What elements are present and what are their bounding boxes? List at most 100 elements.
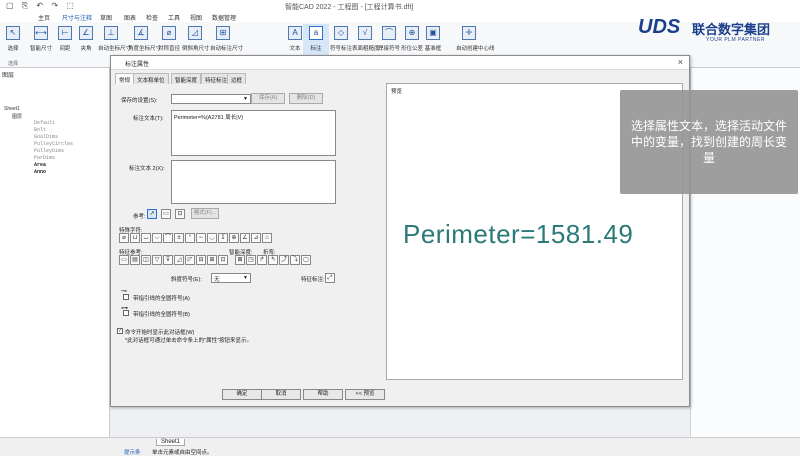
special-char-icon[interactable]: ⊿: [251, 233, 261, 243]
coordinate-icon: ⊥: [104, 26, 118, 40]
format-button[interactable]: 格式(F)...: [191, 208, 219, 219]
preview-label: 预览: [391, 89, 403, 95]
slope-symbol-select[interactable]: 无 ▼: [211, 273, 251, 283]
hole-icon[interactable]: ⊡: [175, 209, 185, 219]
tab-home[interactable]: 主页: [38, 13, 50, 22]
tab-general[interactable]: 常规: [115, 73, 135, 84]
tree-item-layers[interactable]: 图层: [12, 113, 22, 120]
special-char-icon[interactable]: ⌀: [119, 233, 129, 243]
text-icon: A: [288, 26, 302, 40]
feature-ref-icon[interactable]: ◫: [141, 255, 151, 265]
property-text-icon[interactable]: ↗: [147, 209, 157, 219]
select-button[interactable]: ↖ 选择: [0, 24, 26, 52]
angle-coordinate-icon: ∡: [134, 26, 148, 40]
preview-toggle-button[interactable]: << 预览: [345, 389, 385, 400]
prompt-text: 单击元素或自由空间点。: [152, 450, 213, 456]
feature-ref-icon[interactable]: ▢: [301, 255, 311, 265]
callout-button[interactable]: a 标注: [303, 24, 329, 58]
logo-company: 联合数字集团: [692, 22, 771, 37]
auto-centerline-button[interactable]: ✛ 自动创建中心线: [456, 24, 495, 52]
special-char-icon[interactable]: ±: [174, 233, 184, 243]
auto-coordinate-button[interactable]: ⊥ 自动坐标尺寸: [98, 24, 131, 52]
feature-ref-icon[interactable]: ◳: [246, 255, 256, 265]
sheet-tab[interactable]: Sheet1: [156, 439, 186, 446]
auto-dimension-button[interactable]: ⊞ 自动标注尺寸: [210, 24, 243, 52]
save-button[interactable]: 保存(A): [251, 93, 285, 104]
delete-button[interactable]: 删除(D): [289, 93, 323, 104]
roughness-icon: √: [358, 26, 372, 40]
tree-item-pulleycircles[interactable]: PulleyCircles: [34, 141, 73, 147]
tree-item-anno[interactable]: Anno: [34, 169, 46, 175]
feature-ref-icon[interactable]: ◸: [185, 255, 195, 265]
tab-data-management[interactable]: 数据管理: [212, 13, 236, 22]
feature-ref-icon[interactable]: ◿: [174, 255, 184, 265]
feature-ref-icon[interactable]: ↱: [257, 255, 267, 265]
special-char-icon[interactable]: ◡: [207, 233, 217, 243]
ok-button[interactable]: 确定: [222, 389, 262, 400]
show-dialog-checkbox[interactable]: ✓: [117, 328, 123, 334]
tree-item-default[interactable]: Default: [34, 120, 55, 126]
feature-ref-icon[interactable]: ⤵: [290, 255, 300, 265]
smart-dimension-button[interactable]: ⟷ 智能尺寸: [28, 24, 54, 52]
cancel-button[interactable]: 取消: [261, 389, 301, 400]
callout-icon: a: [309, 26, 323, 40]
tree-item-goaldims[interactable]: GoalDims: [34, 134, 58, 140]
symbol-callout-button[interactable]: ◇ 符号标注: [328, 24, 354, 52]
tab-smart-depth[interactable]: 智能深度: [171, 73, 202, 84]
saved-settings-select[interactable]: ▼: [171, 94, 251, 104]
symmetric-diameter-button[interactable]: ⌀ 对称直径: [156, 24, 182, 52]
status-bar: Sheet1 提示条 单击元素或自由空间点。: [0, 437, 800, 456]
leader-all-around-2-checkbox[interactable]: [123, 310, 129, 316]
feature-ref-icon[interactable]: ▽: [152, 255, 162, 265]
feature-ref-icon[interactable]: ⊟: [196, 255, 206, 265]
callout-text2-input[interactable]: [171, 160, 336, 204]
feature-ref-icon[interactable]: ⤴: [279, 255, 289, 265]
tab-inspect[interactable]: 检查: [146, 13, 158, 22]
feature-ref-icon[interactable]: ⊠: [235, 255, 245, 265]
special-char-icon[interactable]: ⊕: [229, 233, 239, 243]
preview-text: Perimeter=1581.49: [403, 219, 634, 249]
special-char-icon[interactable]: °: [185, 233, 195, 243]
close-icon[interactable]: ×: [678, 57, 683, 67]
datum-frame-button[interactable]: ▣ 基准框: [420, 24, 446, 52]
special-char-icon[interactable]: ⌵: [152, 233, 162, 243]
surface-roughness-button[interactable]: √ 表面粗糙度: [352, 24, 380, 52]
tree-item-bolt[interactable]: Bolt: [34, 127, 46, 133]
chamfer-icon: ◿: [188, 26, 202, 40]
tree-item-pardims[interactable]: ParDims: [34, 155, 55, 161]
tab-border[interactable]: 边框: [227, 73, 247, 84]
tab-chart[interactable]: 图表: [124, 13, 136, 22]
feature-ref-icon[interactable]: ⊡: [218, 255, 228, 265]
special-char-icon[interactable]: ⌴: [141, 233, 151, 243]
tree-item-sheet1[interactable]: Sheet1: [4, 106, 20, 112]
special-char-icon[interactable]: ∠: [240, 233, 250, 243]
leader-all-around-checkbox[interactable]: [123, 294, 129, 300]
tree-item-pulleydims[interactable]: PulleyDims: [34, 148, 64, 154]
feature-ref-icon[interactable]: ⊽: [163, 255, 173, 265]
feature-callout-icon[interactable]: ⤢: [325, 273, 335, 283]
angle-coordinate-button[interactable]: ∡ 角度坐标尺寸: [128, 24, 161, 52]
special-char-icon[interactable]: ↧: [218, 233, 228, 243]
company-logo: UDS 联合数字集团 YOUR PLM PARTNER: [638, 16, 798, 50]
tab-tools[interactable]: 工具: [168, 13, 180, 22]
special-char-icon[interactable]: ⌒: [163, 233, 173, 243]
special-char-icon[interactable]: ⊔: [130, 233, 140, 243]
tab-text-units[interactable]: 文本和单位: [133, 73, 169, 84]
feature-ref-icon[interactable]: ▭: [119, 255, 129, 265]
quick-access-toolbar[interactable]: ▢ ⎘ ↶ ↷ ⬚: [6, 1, 77, 11]
tree-item-area[interactable]: Area: [34, 162, 46, 168]
chamfer-dimension-button[interactable]: ◿ 倒斜角尺寸: [182, 24, 210, 52]
feature-ref-icon[interactable]: ▤: [130, 255, 140, 265]
feature-ref-icon[interactable]: ↰: [268, 255, 278, 265]
window-title: 智能CAD 2022 - 工程图 - [工程计算书.dft]: [285, 4, 414, 11]
angle-button[interactable]: ∠ 夹角: [73, 24, 99, 52]
help-button[interactable]: 帮助: [303, 389, 343, 400]
special-char-icon[interactable]: ⌂: [262, 233, 272, 243]
reference-label: 参考:: [133, 214, 146, 220]
tab-view[interactable]: 视图: [190, 13, 202, 22]
tab-sketch[interactable]: 草图: [100, 13, 112, 22]
special-char-icon[interactable]: ∼: [196, 233, 206, 243]
variable-icon[interactable]: ▭: [161, 209, 171, 219]
callout-text-input[interactable]: Perimeter=%{A2781 周长|V}: [171, 110, 336, 156]
feature-ref-icon[interactable]: ⊞: [207, 255, 217, 265]
